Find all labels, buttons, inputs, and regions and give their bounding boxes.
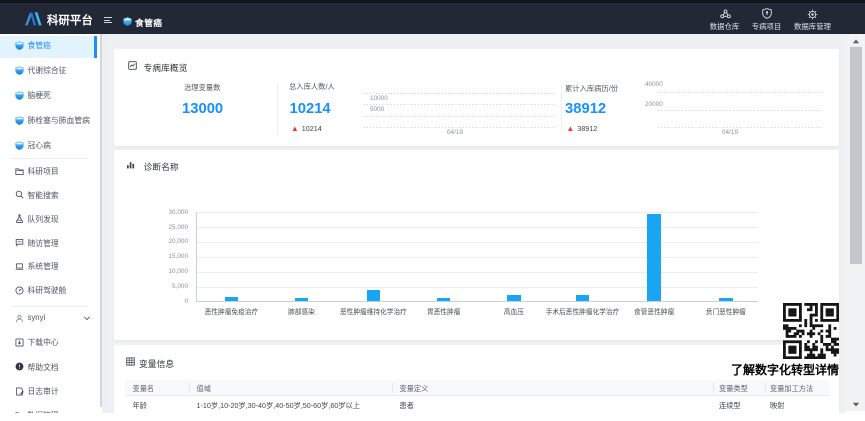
svg-text:!: ! [18,365,20,371]
